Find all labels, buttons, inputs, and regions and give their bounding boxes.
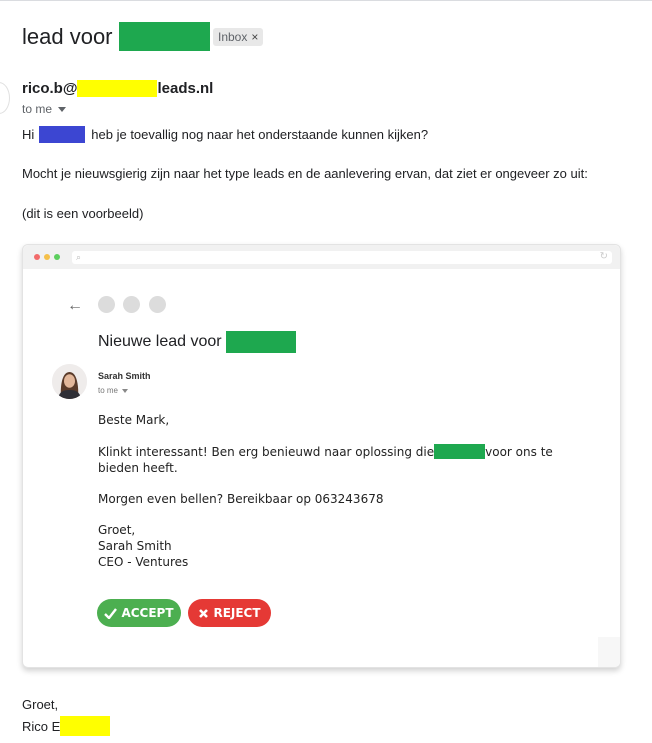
chevron-down-icon [122, 388, 129, 393]
address-bar: ⌕ ↻ [72, 251, 612, 264]
redacted-domain [77, 80, 158, 97]
redacted-recipient-name [39, 126, 86, 143]
reject-button: REJECT [188, 599, 271, 627]
closing: Groet, [22, 697, 59, 712]
embedded-sender-name: Sarah Smith [98, 371, 151, 381]
sender-email-suffix: leads.nl [157, 80, 214, 97]
inbox-label-text: Inbox [218, 30, 248, 44]
sender-email[interactable]: rico.b@ leads.nl [22, 80, 213, 97]
reject-label: REJECT [213, 606, 261, 620]
toolbar-circle-icon [149, 296, 166, 313]
redacted-company-name [118, 22, 210, 51]
embedded-paragraph-1: Klinkt interessant! Ben erg benieuwd naa… [98, 444, 553, 476]
embedded-subject-text: Nieuwe lead voor [98, 333, 222, 350]
redacted-company-name [225, 331, 296, 353]
embedded-sig-title: CEO - Ventures [98, 555, 189, 569]
back-arrow-icon: ← [67, 297, 83, 314]
example-email-image: ⌕ ↻ ← Nieuwe lead voor Sarah Smith to me… [22, 244, 621, 668]
greeting-start: Hi [22, 127, 35, 142]
toolbar-circle-icon [98, 296, 115, 313]
reload-icon: ↻ [599, 251, 608, 262]
top-divider [0, 0, 652, 1]
accept-label: ACCEPT [121, 606, 174, 620]
embedded-paragraph-2: Morgen even bellen? Bereikbaar op 063243… [98, 492, 384, 506]
avatar [52, 364, 87, 399]
browser-chrome: ⌕ ↻ [23, 245, 620, 269]
recipient-text: to me [22, 102, 53, 116]
embedded-recipient: to me [98, 386, 129, 395]
chevron-down-icon[interactable] [58, 106, 67, 112]
recipient-details[interactable]: to me [22, 102, 67, 116]
paragraph-1-start: Klinkt interessant! Ben erg benieuwd naa… [98, 445, 435, 459]
signature: Rico E [22, 716, 111, 736]
embedded-sig-name: Sarah Smith [98, 539, 172, 553]
subject-text: lead voor [22, 23, 113, 49]
embedded-salutation: Beste Mark, [98, 413, 170, 427]
embedded-subject: Nieuwe lead voor [98, 331, 296, 353]
window-close-dot [34, 254, 40, 260]
signature-name: Rico E [22, 718, 61, 734]
message-line-2: Mocht je nieuwsgierig zijn naar het type… [22, 166, 588, 181]
greeting-rest: heb je toevallig nog naar het onderstaan… [91, 127, 429, 142]
accept-button: ACCEPT [97, 599, 181, 627]
window-minimize-dot [44, 254, 50, 260]
window-maximize-dot [54, 254, 60, 260]
remove-label-icon[interactable]: × [251, 30, 258, 44]
embedded-recipient-text: to me [98, 386, 119, 395]
paragraph-1-line-2: bieden heeft. [98, 461, 178, 475]
embedded-closing: Groet, [98, 523, 136, 537]
paragraph-1-end: voor ons te [485, 445, 553, 459]
embedded-signature: Groet, Sarah Smith CEO - Ventures [98, 522, 188, 570]
search-icon: ⌕ [76, 252, 82, 262]
message-greeting: Hi heb je toevallig nog naar het onderst… [22, 126, 428, 143]
image-corner [598, 637, 620, 667]
x-icon [199, 608, 209, 618]
redacted-company-name [434, 444, 486, 459]
check-icon [104, 607, 118, 619]
inbox-label[interactable]: Inbox × [213, 28, 264, 46]
sender-avatar [0, 82, 10, 114]
redacted-surname [60, 716, 111, 736]
sender-email-prefix: rico.b@ [22, 80, 78, 97]
email-subject: lead voor [22, 22, 210, 51]
message-line-3: (dit is een voorbeeld) [22, 206, 144, 221]
toolbar-circle-icon [123, 296, 140, 313]
